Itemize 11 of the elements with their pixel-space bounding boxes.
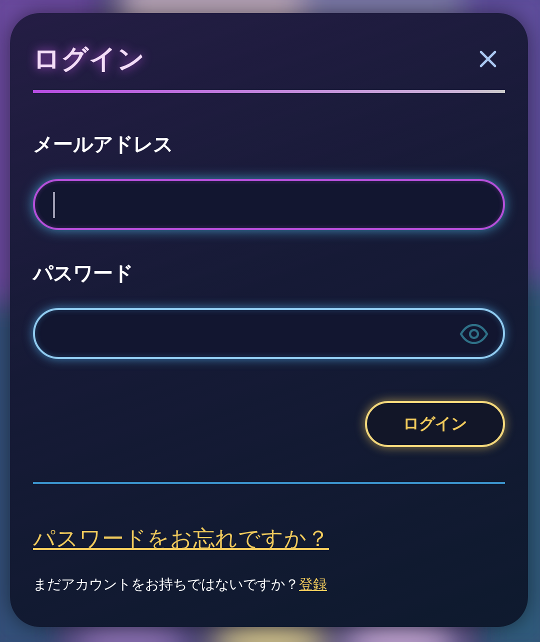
signup-link[interactable]: 登録 bbox=[299, 576, 327, 594]
field-label: パスワード bbox=[33, 260, 134, 287]
dialog-title: ログイン bbox=[33, 43, 145, 77]
email-field[interactable] bbox=[33, 179, 505, 230]
close-button[interactable] bbox=[479, 50, 497, 68]
login-button[interactable]: ログイン bbox=[365, 401, 505, 447]
eye-icon[interactable] bbox=[459, 324, 489, 344]
forgot-password-link[interactable]: パスワードをお忘れですか？ bbox=[33, 524, 329, 554]
field-label: メールアドレス bbox=[33, 131, 174, 158]
signup-prompt: まだアカウントをお持ちではないですか？ bbox=[33, 576, 299, 594]
password-field[interactable] bbox=[33, 308, 505, 359]
